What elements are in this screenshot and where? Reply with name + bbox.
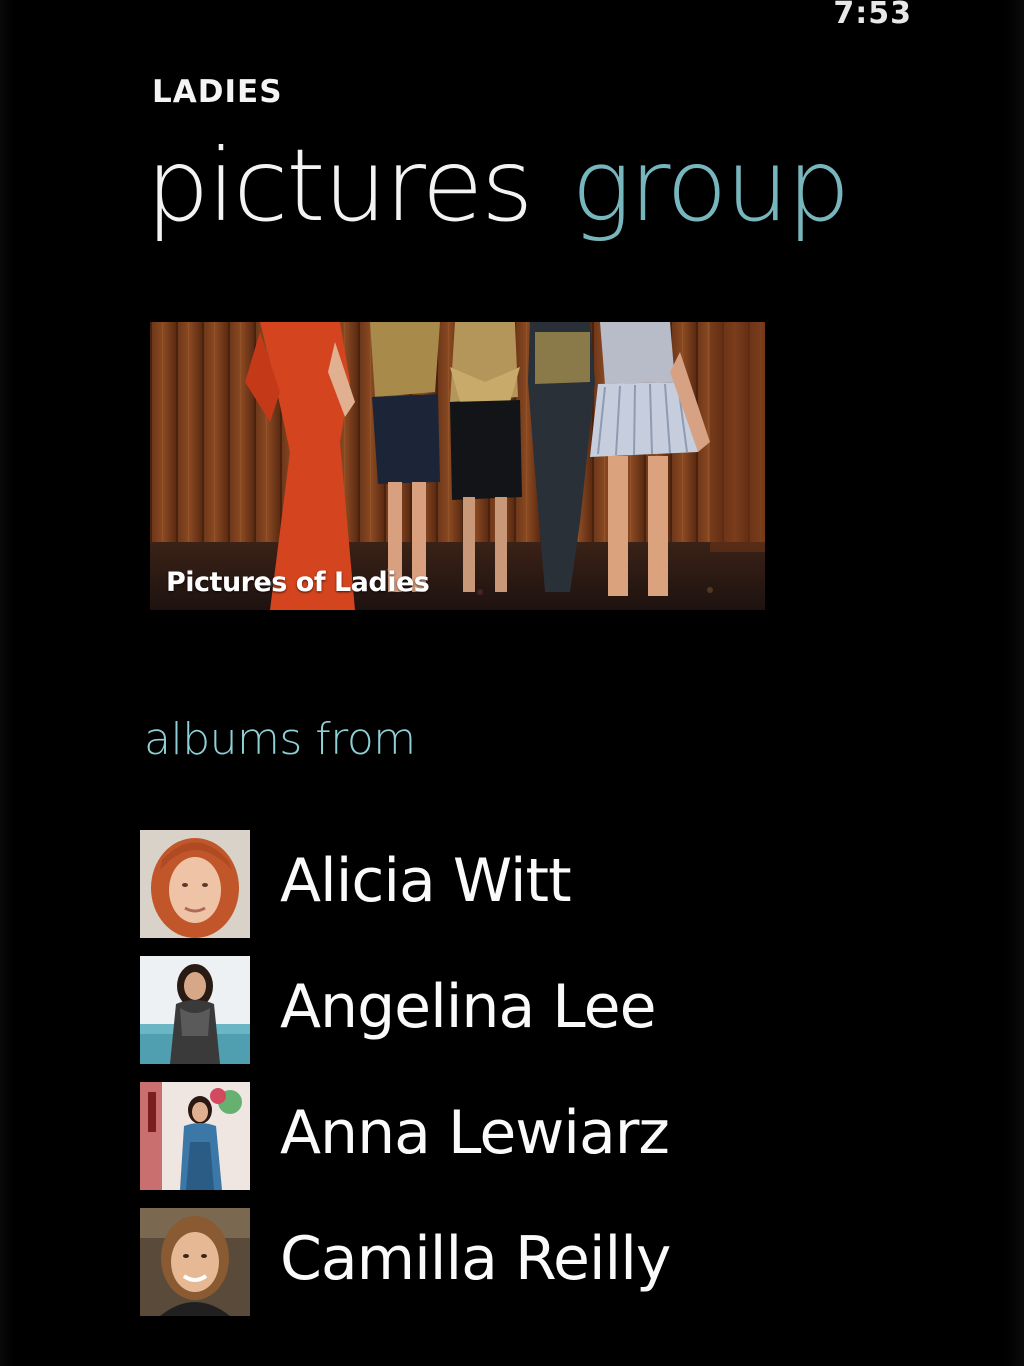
album-owner-name: Alicia Witt bbox=[280, 846, 572, 916]
album-item-anna-lewiarz[interactable]: Anna Lewiarz bbox=[138, 1082, 978, 1190]
album-owner-name: Camilla Reilly bbox=[280, 1224, 671, 1294]
avatar bbox=[140, 956, 250, 1064]
pivot-item-group[interactable]: group bbox=[571, 127, 850, 244]
avatar bbox=[140, 1082, 250, 1190]
hero-caption: Pictures of Ladies bbox=[166, 567, 430, 598]
album-item-camilla-reilly[interactable]: Camilla Reilly bbox=[138, 1208, 978, 1316]
app-title: LADIES bbox=[152, 74, 283, 110]
album-owner-name: Anna Lewiarz bbox=[280, 1098, 670, 1168]
avatar bbox=[140, 830, 250, 938]
album-item-alicia-witt[interactable]: Alicia Witt bbox=[138, 830, 978, 938]
pivot-item-pictures[interactable]: pictures bbox=[146, 127, 533, 244]
pivot-header: pictures group bbox=[146, 136, 850, 236]
album-list: Alicia Witt Angelina Lee Anna Lewiarz Ca… bbox=[138, 830, 978, 1334]
avatar bbox=[140, 1208, 250, 1316]
status-clock: 7:53 bbox=[833, 0, 912, 31]
album-owner-name: Angelina Lee bbox=[280, 972, 656, 1042]
pictures-hero-tile[interactable]: Pictures of Ladies bbox=[150, 322, 765, 610]
phone-screen: 7:53 LADIES pictures group Pictures of L… bbox=[0, 0, 1024, 1366]
albums-section-header: albums from bbox=[144, 714, 416, 765]
album-item-angelina-lee[interactable]: Angelina Lee bbox=[138, 956, 978, 1064]
